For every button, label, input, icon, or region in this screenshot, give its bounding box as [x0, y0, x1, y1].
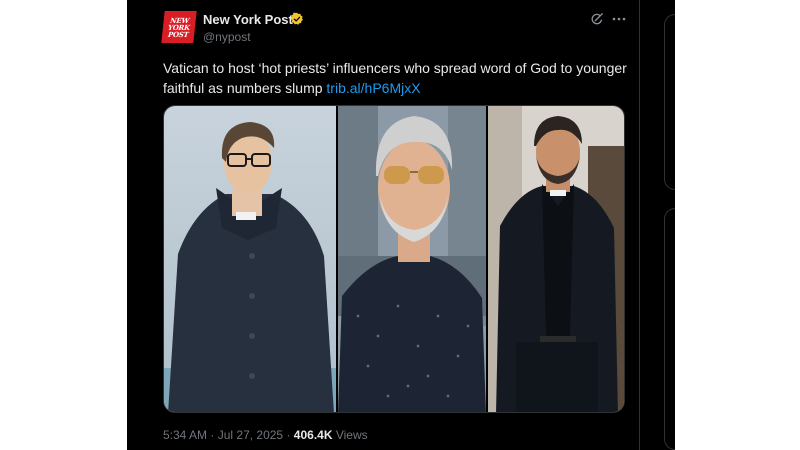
photo-man-glasses-dark-coat-icon	[164, 106, 336, 412]
author-display-name[interactable]: New York Post	[203, 12, 293, 27]
tweet-media-grid[interactable]	[163, 105, 625, 413]
views-label: Views	[335, 428, 368, 442]
more-options-icon[interactable]	[612, 14, 626, 24]
sidebar-card-edge	[664, 208, 675, 450]
tweet-metadata: 5:34 AM · Jul 27, 2025 · 406.4K Views	[163, 428, 368, 442]
author-handle[interactable]: @nypost	[203, 30, 251, 44]
tweet-date[interactable]: Jul 27, 2025	[218, 428, 283, 442]
views-count: 406.4K	[293, 428, 333, 442]
avatar[interactable]: NEW YORK POST	[161, 11, 197, 43]
tweet-photo[interactable]	[164, 106, 336, 412]
column-divider	[639, 0, 640, 450]
photo-man-beard-black-suit-icon	[488, 106, 624, 412]
tweet-text: Vatican to host ‘hot priests’ influencer…	[163, 58, 633, 98]
verified-badge-icon[interactable]	[290, 12, 304, 26]
sidebar-card-edge	[664, 14, 675, 190]
tweet-link[interactable]: trib.al/hP6MjxX	[326, 80, 420, 96]
tweet[interactable]: NEW YORK POST New York Post @nypost Vati…	[148, 0, 639, 450]
avatar-text: POST	[167, 29, 189, 39]
tweet-time[interactable]: 5:34 AM	[163, 428, 207, 442]
meta-separator: ·	[286, 428, 291, 442]
meta-separator: ·	[210, 428, 215, 442]
tweet-photo[interactable]	[488, 106, 624, 412]
tweet-photo[interactable]	[338, 106, 486, 412]
grok-icon[interactable]	[590, 12, 604, 26]
photo-man-grey-hair-sunglasses-icon	[338, 106, 486, 412]
